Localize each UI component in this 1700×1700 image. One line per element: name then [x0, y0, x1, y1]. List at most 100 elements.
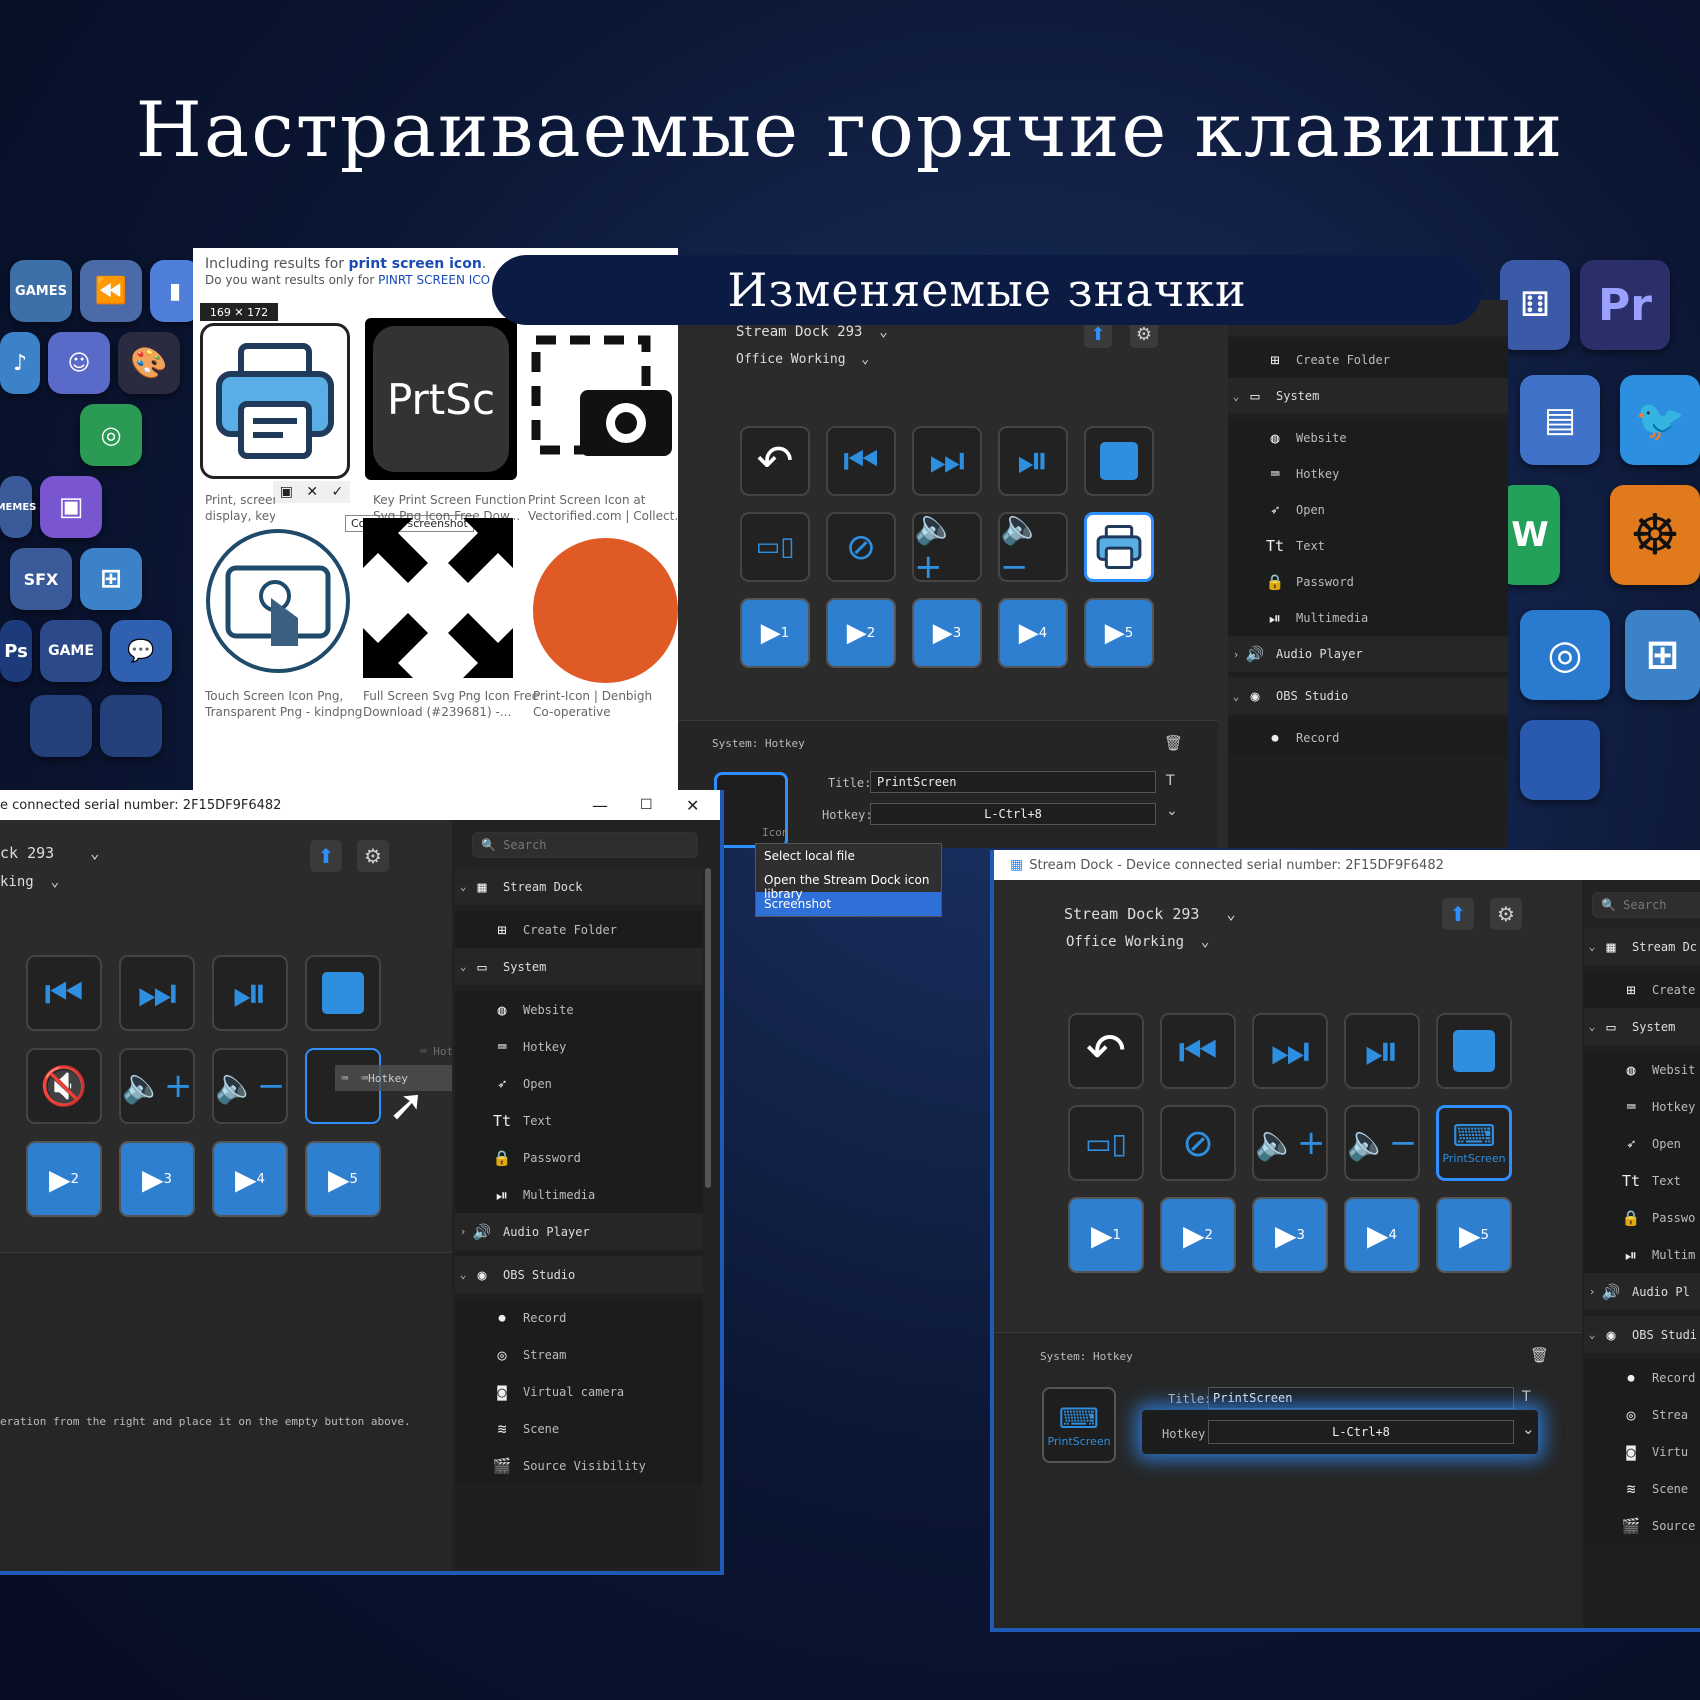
text-style-icon[interactable]: T	[1166, 773, 1175, 789]
key-stop[interactable]	[1436, 1013, 1512, 1089]
sidebar-item-password[interactable]: 🔒 Password	[455, 1139, 703, 1176]
key-video-2[interactable]: ▶ 2	[826, 598, 896, 668]
trash-icon[interactable]: 🗑	[1164, 734, 1183, 752]
sidebar-item-record[interactable]: ⏺ Record	[1228, 720, 1508, 756]
sidebar-item-obs-studi[interactable]: ⌄ ◉ OBS Studi	[1584, 1316, 1700, 1353]
sidebar-item-audio-player[interactable]: › 🔊 Audio Player	[455, 1213, 703, 1250]
key-video-4[interactable]: ▶ 4	[1344, 1197, 1420, 1273]
sidebar-item-obs-studio[interactable]: ⌄ ◉ OBS Studio	[1228, 678, 1508, 714]
sidebar-item-source[interactable]: 🎬 Source	[1584, 1507, 1700, 1544]
search-input[interactable]: 🔍 Search	[1592, 892, 1700, 918]
key-display-toggle[interactable]: ▭▯	[740, 512, 810, 582]
key-volume-up[interactable]: 🔈+	[912, 507, 982, 587]
sidebar-item-open[interactable]: ➶ Open	[1584, 1125, 1700, 1162]
key-video-2[interactable]: ▶ 2	[26, 1141, 102, 1217]
key-video-5[interactable]: ▶ 5	[1084, 598, 1154, 668]
sidebar-item-virtual-camera[interactable]: ◙ Virtual camera	[455, 1373, 703, 1410]
sidebar-item-scene[interactable]: ≋ Scene	[1584, 1470, 1700, 1507]
save-image-icon[interactable]: ▣	[280, 484, 293, 500]
check-icon[interactable]: ✓	[332, 484, 344, 500]
touch-result-image[interactable]	[203, 526, 353, 676]
close-button[interactable]: ✕	[686, 796, 699, 815]
key-previous[interactable]: ⏮	[826, 426, 896, 496]
sidebar-item-text[interactable]: Tt Text	[1584, 1162, 1700, 1199]
hotkey-input[interactable]: L-Ctrl+8	[1208, 1420, 1514, 1444]
sidebar-item-open[interactable]: ➶ Open	[1228, 492, 1508, 528]
printer-result-image[interactable]	[200, 323, 350, 479]
sidebar-item-system[interactable]: ⌄ ▭ System	[1584, 1008, 1700, 1045]
sidebar-item-record[interactable]: ⏺ Record	[1584, 1359, 1700, 1396]
key-video-3[interactable]: ▶ 3	[119, 1141, 195, 1217]
sidebar-item-create-folder[interactable]: ⊞ Create Folder	[1228, 342, 1508, 378]
sidebar-item-stream-dc[interactable]: ⌄ ▦ Stream Dc	[1584, 928, 1700, 965]
key-play-pause[interactable]: ⏯	[1344, 1013, 1420, 1089]
key-play-pause[interactable]: ⏯	[212, 955, 288, 1031]
key-video-3[interactable]: ▶ 3	[912, 598, 982, 668]
sidebar-item-source-visibility[interactable]: 🎬 Source Visibility	[455, 1447, 703, 1484]
sidebar-item-create-folder[interactable]: ⊞ Create Folder	[455, 911, 703, 948]
profile-select[interactable]: Office Working ⌄	[1066, 934, 1209, 950]
key-volume-up[interactable]: 🔈+	[119, 1048, 195, 1124]
result-caption[interactable]: Full Screen Svg Png Icon Free Download (…	[363, 688, 539, 720]
key-screen-off[interactable]: ⊘	[1160, 1105, 1236, 1181]
sidebar-item-multimedia[interactable]: ⏯ Multimedia	[455, 1176, 703, 1213]
key-video-1[interactable]: ▶ 1	[740, 598, 810, 668]
hotkey-input[interactable]: L-Ctrl+8	[870, 803, 1156, 825]
settings-button[interactable]: ⚙	[1490, 898, 1522, 930]
sidebar-item-website[interactable]: ◍ Website	[455, 991, 703, 1028]
prtsc-result-image[interactable]: PrtSc	[365, 318, 517, 480]
sidebar-item-audio-pl[interactable]: › 🔊 Audio Pl	[1584, 1273, 1700, 1310]
result-caption[interactable]: Print Screen Icon at Vectorified.com | C…	[528, 492, 678, 524]
scrollbar[interactable]	[705, 868, 711, 1188]
key-stop[interactable]	[1084, 426, 1154, 496]
result-caption[interactable]: Print-Icon | Denbigh Co-operative	[533, 688, 652, 720]
key-video-5[interactable]: ▶ 5	[305, 1141, 381, 1217]
key-video-2[interactable]: ▶ 2	[1160, 1197, 1236, 1273]
key-volume-down[interactable]: 🔈−	[1344, 1105, 1420, 1181]
key-next[interactable]: ⏭	[119, 955, 195, 1031]
key-preview[interactable]: ⌨ PrintScreen	[1042, 1387, 1116, 1463]
upload-button[interactable]: ⬆	[1442, 898, 1474, 930]
menu-select-local-file[interactable]: Select local file	[756, 844, 941, 868]
sidebar-item-system[interactable]: ⌄ ▭ System	[455, 948, 703, 985]
sidebar-item-virtu[interactable]: ◙ Virtu	[1584, 1433, 1700, 1470]
key-previous[interactable]: ⏮	[26, 955, 102, 1031]
sidebar-item-hotkey[interactable]: ⌨ Hotkey	[1228, 456, 1508, 492]
key-stop[interactable]	[305, 955, 381, 1031]
sidebar-item-text[interactable]: Tt Text	[1228, 528, 1508, 564]
sidebar-item-system[interactable]: ⌄ ▭ System	[1228, 378, 1508, 414]
close-icon[interactable]: ✕	[306, 484, 318, 500]
device-select[interactable]: Stream Dock 293 ⌄	[736, 324, 888, 340]
sidebar-item-audio-player[interactable]: › 🔊 Audio Player	[1228, 636, 1508, 672]
key-mute[interactable]: 🔇	[26, 1048, 102, 1124]
key-video-4[interactable]: ▶ 4	[998, 598, 1068, 668]
sidebar-item-passwo[interactable]: 🔒 Passwo	[1584, 1199, 1700, 1236]
title-input[interactable]: PrintScreen	[870, 771, 1156, 793]
chevron-down-icon[interactable]: ⌄	[1522, 1420, 1535, 1438]
upload-button[interactable]: ⬆	[310, 840, 342, 872]
profile-select[interactable]: king ⌄	[0, 874, 59, 890]
sidebar-item-stream-dock[interactable]: ⌄ ▦ Stream Dock	[455, 868, 703, 905]
sidebar-item-password[interactable]: 🔒 Password	[1228, 564, 1508, 600]
sidebar-item-hotkey[interactable]: ⌨ Hotkey	[455, 1028, 703, 1065]
key-video-5[interactable]: ▶ 5	[1436, 1197, 1512, 1273]
menu-open-icon-library[interactable]: Open the Stream Dock icon library	[756, 868, 941, 901]
sidebar-item-multimedia[interactable]: ⏯ Multimedia	[1228, 600, 1508, 636]
key-back[interactable]: ↶	[740, 426, 810, 496]
results-query[interactable]: print screen icon	[349, 256, 482, 272]
key-play-pause[interactable]: ⏯	[998, 426, 1068, 496]
sidebar-item-website[interactable]: ◍ Website	[1228, 420, 1508, 456]
sidebar-item-text[interactable]: Tt Text	[455, 1102, 703, 1139]
sidebar-item-websit[interactable]: ◍ Websit	[1584, 1051, 1700, 1088]
trash-icon[interactable]: 🗑	[1530, 1346, 1549, 1364]
key-printscreen[interactable]	[1084, 512, 1154, 582]
device-select[interactable]: ck 293 ⌄	[0, 844, 99, 862]
print-icon-result-image[interactable]	[533, 538, 678, 683]
fullscreen-result-image[interactable]	[358, 513, 518, 683]
camera-result-image[interactable]	[528, 318, 678, 480]
minimize-button[interactable]: —	[592, 796, 608, 815]
sidebar-item-stream[interactable]: ◎ Stream	[455, 1336, 703, 1373]
sidebar-item-record[interactable]: ⏺ Record	[455, 1299, 703, 1336]
sidebar-item-open[interactable]: ➶ Open	[455, 1065, 703, 1102]
maximize-button[interactable]: ☐	[640, 797, 653, 813]
